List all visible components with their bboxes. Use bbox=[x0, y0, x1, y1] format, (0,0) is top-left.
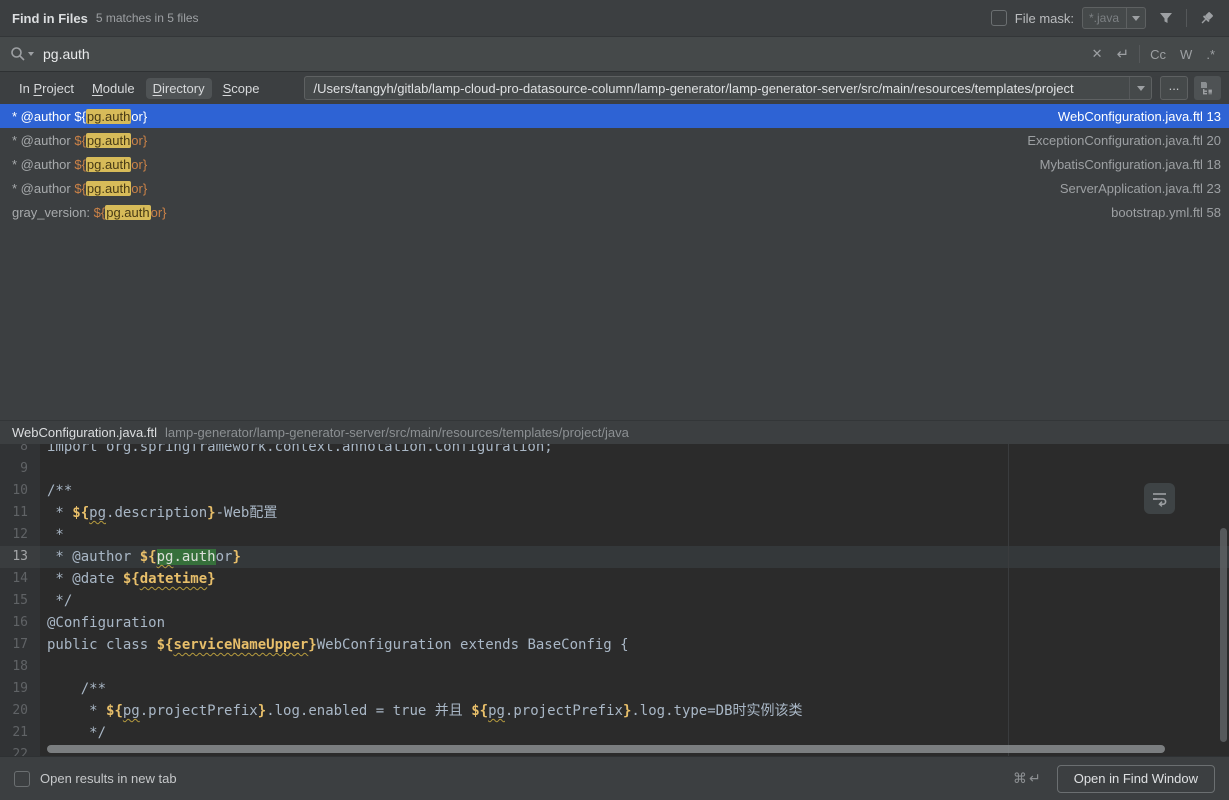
result-file-label: ExceptionConfiguration.java.ftl 20 bbox=[1007, 133, 1221, 148]
result-row[interactable]: gray_version: ${pg.author}bootstrap.yml.… bbox=[0, 200, 1229, 224]
insert-newline-icon[interactable]: ↵ bbox=[1113, 45, 1134, 63]
result-file-label: bootstrap.yml.ftl 58 bbox=[1091, 205, 1221, 220]
directory-path-field[interactable]: /Users/tangyh/gitlab/lamp-cloud-pro-data… bbox=[304, 76, 1152, 100]
search-icon bbox=[10, 46, 26, 62]
line-number: 14 bbox=[0, 568, 40, 590]
result-file-label: WebConfiguration.java.ftl 13 bbox=[1038, 109, 1221, 124]
soft-wrap-icon bbox=[1151, 490, 1168, 507]
result-row[interactable]: * @author ${pg.author}MybatisConfigurati… bbox=[0, 152, 1229, 176]
line-number: 8 bbox=[0, 444, 40, 458]
preview-filepath: lamp-generator/lamp-generator-server/src… bbox=[165, 425, 629, 440]
line-number: 11 bbox=[0, 502, 40, 524]
regex-toggle[interactable]: .* bbox=[1202, 47, 1219, 62]
result-row[interactable]: * @author ${pg.author}ServerApplication.… bbox=[0, 176, 1229, 200]
search-history-button[interactable] bbox=[10, 46, 34, 62]
code-line: 9 bbox=[0, 458, 1229, 480]
chevron-down-icon[interactable] bbox=[1129, 77, 1151, 99]
browse-directory-button[interactable]: ... bbox=[1160, 76, 1188, 100]
preview-filename: WebConfiguration.java.ftl bbox=[12, 425, 157, 440]
title-bar-right: File mask: *.java bbox=[991, 6, 1219, 30]
pin-icon[interactable] bbox=[1195, 6, 1219, 30]
line-number: 18 bbox=[0, 656, 40, 678]
result-row[interactable]: * @author ${pg.author}WebConfiguration.j… bbox=[0, 104, 1229, 128]
find-in-files-dialog: Find in Files 5 matches in 5 files File … bbox=[0, 0, 1229, 800]
line-number: 12 bbox=[0, 524, 40, 546]
directory-structure-button[interactable] bbox=[1194, 76, 1221, 100]
open-results-new-tab-checkbox[interactable] bbox=[14, 771, 30, 787]
scope-tab-in-project[interactable]: In Project bbox=[12, 78, 81, 99]
result-file-label: MybatisConfiguration.java.ftl 18 bbox=[1020, 157, 1221, 172]
code-line: 12 * bbox=[0, 524, 1229, 546]
line-number: 16 bbox=[0, 612, 40, 634]
match-summary: 5 matches in 5 files bbox=[96, 11, 199, 25]
words-toggle[interactable]: W bbox=[1176, 47, 1196, 62]
soft-wrap-button[interactable] bbox=[1144, 483, 1175, 514]
file-mask-checkbox[interactable] bbox=[991, 10, 1007, 26]
line-number: 13 bbox=[0, 546, 40, 568]
code-line: 18 bbox=[0, 656, 1229, 678]
line-number: 20 bbox=[0, 700, 40, 722]
horizontal-scrollbar[interactable] bbox=[47, 745, 1165, 753]
clear-search-icon[interactable]: ✕ bbox=[1088, 46, 1107, 62]
title-bar: Find in Files 5 matches in 5 files File … bbox=[0, 0, 1229, 36]
scope-tab-scope[interactable]: Scope bbox=[216, 78, 267, 99]
editor[interactable]: 8import org.springframework.context.anno… bbox=[0, 444, 1229, 756]
file-mask-combo[interactable]: *.java bbox=[1082, 7, 1146, 29]
search-input[interactable]: pg.auth bbox=[43, 46, 90, 62]
scope-tabs: In ProjectModuleDirectoryScope bbox=[12, 78, 266, 99]
search-options: ✕ ↵ Cc W .* bbox=[1088, 45, 1219, 63]
line-number: 21 bbox=[0, 722, 40, 744]
code-line: 17public class ${serviceNameUpper}WebCon… bbox=[0, 634, 1229, 656]
footer-bar: Open results in new tab ⌘↵ Open in Find … bbox=[0, 756, 1229, 800]
open-in-find-window-button[interactable]: Open in Find Window bbox=[1057, 765, 1215, 793]
code-line: 15 */ bbox=[0, 590, 1229, 612]
line-number: 10 bbox=[0, 480, 40, 502]
match-case-toggle[interactable]: Cc bbox=[1146, 47, 1170, 62]
file-mask-label: File mask: bbox=[1015, 11, 1074, 26]
shortcut-hint: ⌘↵ bbox=[1013, 770, 1043, 787]
vertical-scrollbar[interactable] bbox=[1220, 528, 1227, 742]
results-list: * @author ${pg.author}WebConfiguration.j… bbox=[0, 104, 1229, 420]
preview-header: WebConfiguration.java.ftl lamp-generator… bbox=[0, 420, 1229, 444]
line-number: 17 bbox=[0, 634, 40, 656]
chevron-down-icon[interactable] bbox=[1127, 16, 1145, 21]
scope-tab-directory[interactable]: Directory bbox=[146, 78, 212, 99]
scope-row: In ProjectModuleDirectoryScope /Users/ta… bbox=[0, 72, 1229, 104]
result-row[interactable]: * @author ${pg.author}ExceptionConfigura… bbox=[0, 128, 1229, 152]
line-number: 15 bbox=[0, 590, 40, 612]
directory-path-value: /Users/tangyh/gitlab/lamp-cloud-pro-data… bbox=[305, 81, 1129, 96]
open-results-new-tab-label: Open results in new tab bbox=[40, 771, 177, 786]
code-line: 16@Configuration bbox=[0, 612, 1229, 634]
file-mask-value: *.java bbox=[1083, 11, 1126, 25]
filter-icon[interactable] bbox=[1154, 6, 1178, 30]
code-line: 11 * ${pg.description}-Web配置 bbox=[0, 502, 1229, 524]
code-line: 13 * @author ${pg.author} bbox=[0, 546, 1229, 568]
line-number: 22 bbox=[0, 744, 40, 756]
scope-tab-module[interactable]: Module bbox=[85, 78, 142, 99]
line-number: 19 bbox=[0, 678, 40, 700]
code-line: 19 /** bbox=[0, 678, 1229, 700]
folder-tree-icon bbox=[1200, 80, 1216, 96]
code-line: 21 */ bbox=[0, 722, 1229, 744]
code-line: 10/** bbox=[0, 480, 1229, 502]
code-line: 20 * ${pg.projectPrefix}.log.enabled = t… bbox=[0, 700, 1229, 722]
code-line: 14 * @date ${datetime} bbox=[0, 568, 1229, 590]
code-line: 8import org.springframework.context.anno… bbox=[0, 444, 1229, 458]
chevron-down-icon bbox=[28, 52, 34, 56]
search-row: pg.auth ✕ ↵ Cc W .* bbox=[0, 36, 1229, 72]
dialog-title: Find in Files bbox=[12, 11, 88, 26]
result-file-label: ServerApplication.java.ftl 23 bbox=[1040, 181, 1221, 196]
right-margin-guide bbox=[1008, 444, 1009, 756]
line-number: 9 bbox=[0, 458, 40, 480]
code-lines: 8import org.springframework.context.anno… bbox=[0, 444, 1229, 756]
